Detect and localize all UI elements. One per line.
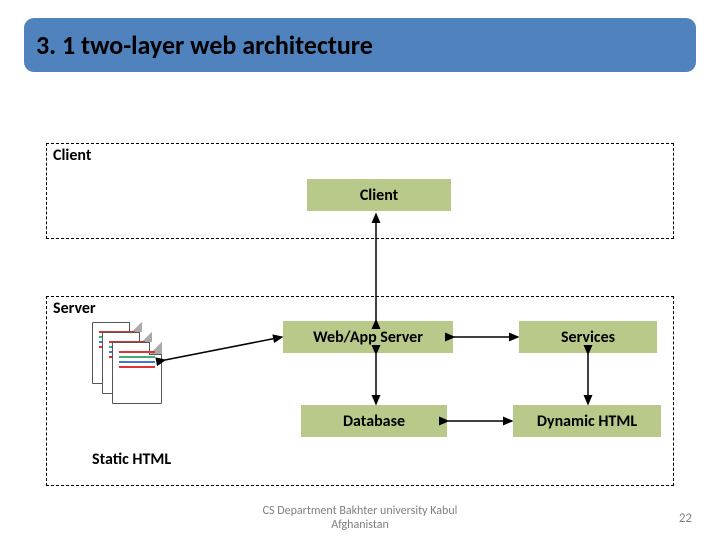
node-webapp-label: Web/App Server	[313, 328, 423, 347]
node-webapp: Web/App Server	[282, 320, 454, 354]
slide-title-bar: 3. 1 two-layer web architecture	[24, 18, 696, 72]
document-icon	[112, 342, 162, 404]
server-panel-label: Server	[53, 299, 96, 318]
node-dynamic-label: Dynamic HTML	[537, 412, 637, 431]
node-client-label: Client	[360, 186, 398, 205]
footer-line1: CS Department Bakhter university Kabul	[263, 504, 458, 518]
page-number: 22	[679, 511, 692, 526]
node-database: Database	[300, 404, 448, 438]
client-panel-label: Client	[53, 146, 91, 165]
footer: CS Department Bakhter university Kabul A…	[0, 504, 720, 532]
static-html-docs	[92, 322, 158, 400]
static-html-label: Static HTML	[92, 450, 171, 469]
node-services-label: Services	[561, 328, 615, 347]
slide-title: 3. 1 two-layer web architecture	[36, 29, 373, 61]
node-database-label: Database	[343, 412, 405, 431]
footer-line2: Afghanistan	[0, 518, 720, 532]
node-client: Client	[306, 178, 452, 212]
node-services: Services	[518, 320, 658, 354]
node-dynamic: Dynamic HTML	[512, 404, 662, 438]
